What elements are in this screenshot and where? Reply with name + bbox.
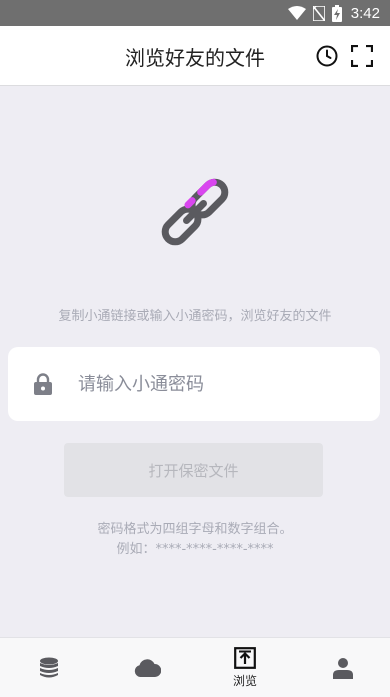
- open-secret-file-button[interactable]: 打开保密文件: [64, 443, 323, 497]
- bottom-nav: 浏览: [0, 637, 390, 697]
- no-sim-icon: [312, 5, 325, 21]
- status-bar: 3:42: [0, 0, 390, 26]
- password-format-note: 密码格式为四组字母和数字组合。 例如：****-****-****-****: [0, 520, 390, 560]
- password-input-card: [8, 347, 380, 421]
- database-icon: [40, 657, 58, 678]
- nav-item-profile[interactable]: [294, 638, 390, 697]
- person-icon: [333, 658, 353, 679]
- wifi-icon: [287, 6, 306, 20]
- app-bar: 浏览好友的文件: [0, 26, 390, 86]
- password-input[interactable]: [78, 365, 363, 403]
- fullscreen-icon: [351, 45, 373, 67]
- nav-item-database[interactable]: [0, 638, 98, 697]
- format-note-line-2: 例如：****-****-****-****: [116, 542, 274, 557]
- nav-label-browse: 浏览: [232, 674, 257, 688]
- status-time: 3:42: [350, 4, 380, 22]
- nav-item-browse[interactable]: 浏览: [196, 638, 294, 697]
- nav-item-cloud[interactable]: [98, 638, 196, 697]
- cloud-icon: [134, 659, 161, 677]
- fullscreen-button[interactable]: [350, 44, 374, 68]
- battery-icon: [331, 4, 342, 22]
- link-icon: [161, 178, 229, 246]
- history-button[interactable]: [315, 44, 339, 68]
- history-icon: [316, 45, 338, 67]
- browse-upload-icon: [234, 647, 256, 669]
- format-note-line-1: 密码格式为四组字母和数字组合。: [97, 522, 293, 537]
- instruction-text: 复制小通链接或输入小通密码，浏览好友的文件: [58, 309, 332, 324]
- lock-icon: [34, 373, 52, 395]
